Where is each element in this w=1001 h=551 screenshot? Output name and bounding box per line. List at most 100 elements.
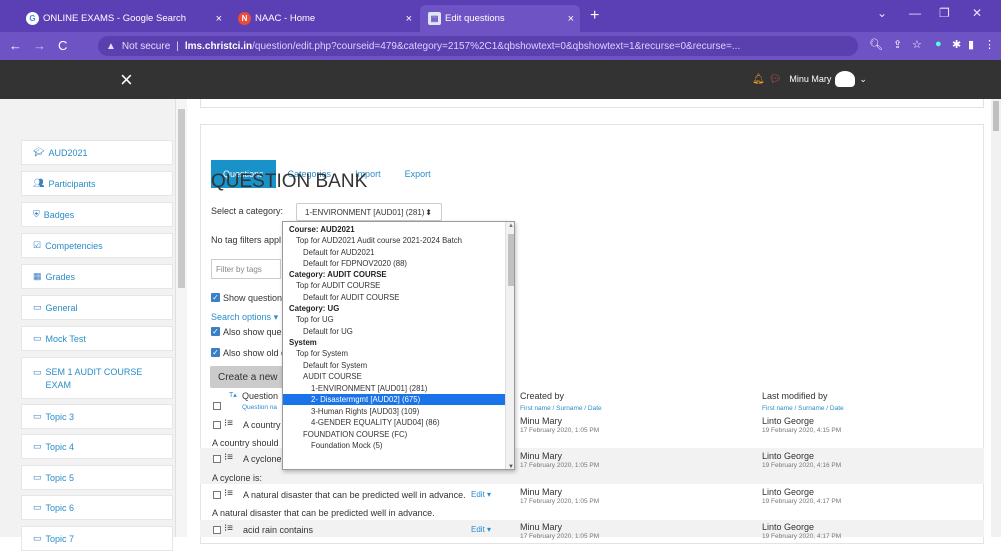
- reload-icon[interactable]: C: [58, 38, 67, 53]
- col-last-modified[interactable]: Last modified by: [762, 391, 828, 401]
- close-tab-icon[interactable]: ×: [216, 13, 222, 25]
- create-question-button[interactable]: Create a new: [210, 366, 286, 388]
- also-show-old-checkbox[interactable]: ✓: [211, 348, 220, 357]
- new-tab-button[interactable]: +: [590, 7, 599, 25]
- back-icon[interactable]: ←: [9, 38, 22, 53]
- sidebar-item-grades[interactable]: ▦ Grades: [21, 264, 173, 289]
- edit-menu[interactable]: Edit ▾: [471, 525, 491, 534]
- dropdown-group-label: Category: UG: [289, 304, 340, 313]
- dropdown-option[interactable]: Top for System: [283, 348, 505, 359]
- dropdown-option[interactable]: AUDIT COURSE: [283, 371, 505, 382]
- created-date: 17 February 2020, 1:05 PM: [520, 498, 600, 505]
- question-name: A cyclone: [243, 454, 282, 464]
- category-dropdown-list[interactable]: Course: AUD2021 Top for AUD2021 Audit co…: [282, 221, 515, 470]
- dropdown-option[interactable]: Default for AUDIT COURSE: [283, 292, 505, 303]
- search-options-link[interactable]: Search options ▾: [211, 312, 278, 323]
- sidebar-item-topic-5[interactable]: ▭ Topic 5: [21, 465, 173, 490]
- row-checkbox[interactable]: [213, 455, 221, 463]
- sidebar-item-sem1-audit[interactable]: ▭ SEM 1 AUDIT COURSE EXAM: [21, 357, 173, 399]
- tab-edit-questions[interactable]: ▤ Edit questions ×: [420, 5, 580, 32]
- sidebar-item-topic-4[interactable]: ▭ Topic 4: [21, 434, 173, 459]
- extension-icon[interactable]: ●: [935, 38, 942, 50]
- col-question[interactable]: Question: [242, 391, 278, 401]
- sidebar-item-topic-7[interactable]: ▭ Topic 7: [21, 526, 173, 551]
- page-scrollbar[interactable]: [991, 99, 1001, 537]
- dropdown-option[interactable]: 1-ENVIRONMENT [AUD01] (281): [283, 383, 505, 394]
- sidebar-item-general[interactable]: ▭ General: [21, 295, 173, 320]
- col-question-sub[interactable]: Question na: [242, 404, 277, 411]
- zoom-icon[interactable]: 🔍︎: [869, 38, 883, 51]
- search-options-label: Search options: [211, 312, 272, 322]
- close-tab-icon[interactable]: ×: [568, 13, 574, 25]
- dropdown-option[interactable]: Default for System: [283, 360, 505, 371]
- dropdown-option[interactable]: 3-Human Rights [AUD03] (109): [283, 406, 505, 417]
- show-question-text-label: Show question: [223, 293, 283, 303]
- tab-online-exams[interactable]: G ONLINE EXAMS - Google Search ×: [18, 5, 228, 32]
- also-show-subcategories-checkbox[interactable]: ✓: [211, 327, 220, 336]
- sidebar-item-label: Grades: [45, 271, 76, 282]
- sidepanel-icon[interactable]: ▮: [968, 38, 974, 51]
- close-window-icon[interactable]: ✕: [972, 6, 982, 20]
- folder-icon: ▭: [33, 367, 42, 377]
- bookmark-star-icon[interactable]: ☆: [912, 38, 922, 51]
- select-all-checkbox[interactable]: [213, 402, 221, 410]
- sort-icon[interactable]: T▴: [229, 391, 237, 399]
- dropdown-scrollbar[interactable]: ▲ ▼: [505, 222, 514, 469]
- close-drawer-button[interactable]: ×: [120, 67, 133, 93]
- menu-icon[interactable]: ⋮: [984, 38, 995, 51]
- scroll-down-icon[interactable]: ▼: [508, 464, 514, 469]
- sidebar-item-topic-6[interactable]: ▭ Topic 6: [21, 495, 173, 520]
- row-checkbox[interactable]: [213, 491, 221, 499]
- share-icon[interactable]: ⇪: [893, 38, 902, 51]
- google-icon: G: [26, 12, 39, 25]
- sidebar-item-mock-test[interactable]: ▭ Mock Test: [21, 326, 173, 351]
- row-checkbox[interactable]: [213, 421, 221, 429]
- dropdown-option[interactable]: Foundation Mock (5): [283, 440, 505, 451]
- dropdown-option[interactable]: 4-GENDER EQUALITY [AUD04] (86): [283, 417, 505, 428]
- puzzle-icon[interactable]: ✱: [952, 38, 961, 51]
- dropdown-option[interactable]: Default for AUD2021: [283, 247, 505, 258]
- scrollbar-thumb[interactable]: [508, 234, 514, 286]
- scrollbar-thumb[interactable]: [993, 101, 999, 131]
- dropdown-option-selected[interactable]: 2- Disastermgmt [AUD02] (675): [283, 394, 505, 405]
- scrollbar-thumb[interactable]: [178, 109, 185, 288]
- filter-tags-input[interactable]: Filter by tags: [211, 259, 281, 279]
- notification-bell-icon[interactable]: 🔔︎: [752, 74, 765, 85]
- restore-icon[interactable]: ❐: [939, 6, 950, 20]
- sidebar-item-topic-3[interactable]: ▭ Topic 3: [21, 404, 173, 429]
- dropdown-option[interactable]: Default for FDPNOV2020 (88): [283, 258, 505, 269]
- chevron-down-icon: ⌄: [859, 73, 867, 84]
- tab-naac-home[interactable]: N NAAC - Home ×: [230, 5, 418, 32]
- not-secure-label: Not secure: [121, 40, 171, 52]
- col-created-sub[interactable]: First name / Surname / Date: [520, 405, 602, 412]
- tab-search-icon[interactable]: ⌄: [877, 6, 887, 20]
- tab-export[interactable]: Export: [393, 160, 443, 188]
- avatar: [835, 71, 856, 87]
- category-select[interactable]: 1-ENVIRONMENT [AUD01] (281) ⬍: [296, 203, 442, 221]
- sidebar-item-participants[interactable]: 👥︎ Participants: [21, 171, 173, 196]
- forward-icon: →: [33, 38, 46, 53]
- edit-menu[interactable]: Edit ▾: [471, 490, 491, 499]
- dropdown-option[interactable]: FOUNDATION COURSE (FC): [283, 429, 505, 440]
- dropdown-option[interactable]: Top for AUDIT COURSE: [283, 280, 505, 291]
- row-checkbox[interactable]: [213, 526, 221, 534]
- sidebar-item-aud2021[interactable]: 🎓︎ AUD2021: [21, 140, 173, 165]
- messages-icon[interactable]: 💬︎: [769, 74, 782, 85]
- url-field[interactable]: ▲ Not secure | lms.christci.in /question…: [98, 36, 858, 56]
- col-modified-sub[interactable]: First name / Surname / Date: [762, 405, 844, 412]
- close-tab-icon[interactable]: ×: [406, 13, 412, 25]
- dropdown-option[interactable]: Top for AUD2021 Audit course 2021-2024 B…: [283, 235, 505, 246]
- sidebar-item-badges[interactable]: ⛨ Badges: [21, 202, 173, 227]
- show-question-text-checkbox[interactable]: ✓: [211, 293, 220, 302]
- minimize-icon[interactable]: —: [909, 6, 921, 20]
- moodle-page-icon: ▤: [428, 12, 441, 25]
- question-text: A country should: [212, 438, 279, 448]
- question-text: A natural disaster that can be predicted…: [212, 508, 435, 518]
- col-created-by[interactable]: Created by: [520, 391, 564, 401]
- dropdown-option[interactable]: Default for UG: [283, 326, 505, 337]
- scroll-up-icon[interactable]: ▲: [508, 223, 514, 229]
- sidebar-item-competencies[interactable]: ☑ Competencies: [21, 233, 173, 258]
- user-menu[interactable]: 🔔︎ 💬︎ Minu Mary ⌄: [752, 71, 867, 87]
- dropdown-option[interactable]: Top for UG: [283, 314, 505, 325]
- sidebar-scrollbar[interactable]: [176, 99, 187, 537]
